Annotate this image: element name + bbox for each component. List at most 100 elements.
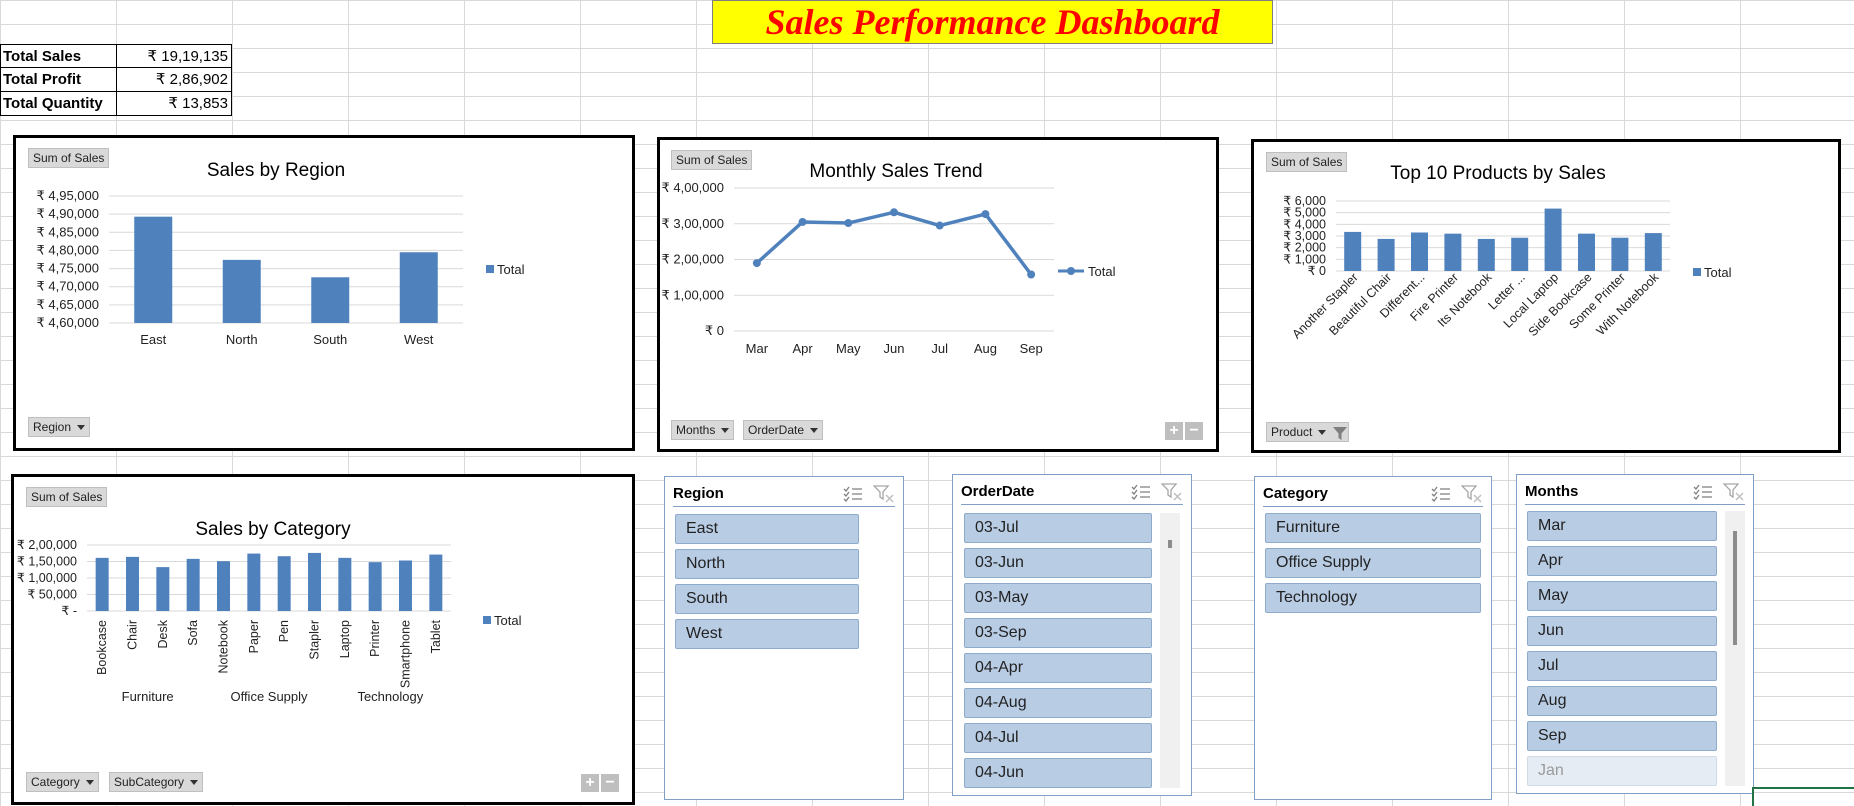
slicer-item[interactable]: Office Supply — [1265, 548, 1481, 578]
y-tick-label: ₹ 50,000 — [27, 588, 77, 602]
bar — [1578, 233, 1595, 271]
slicer-header: OrderDate — [961, 479, 1183, 505]
scrollbar[interactable] — [1725, 511, 1745, 786]
slicer-item[interactable]: 04-Jun — [964, 758, 1152, 788]
dropdown-caret-icon — [721, 428, 730, 434]
x-tick-label: East — [140, 332, 166, 347]
slicer-item[interactable]: 03-Sep — [964, 618, 1152, 648]
slicer-item[interactable]: 04-Aug — [964, 688, 1152, 718]
kpi-value[interactable]: ₹ 13,853 — [116, 92, 232, 116]
orderdate-filter-button[interactable]: OrderDate — [743, 420, 824, 440]
data-point — [798, 217, 807, 226]
slicer-item[interactable]: 03-Jun — [964, 548, 1152, 578]
y-tick-label: ₹ 4,75,000 — [37, 261, 100, 276]
region-filter-button[interactable]: Region — [28, 417, 91, 437]
scroll-thumb[interactable] — [1168, 540, 1172, 548]
kpi-label[interactable]: Total Quantity — [0, 92, 116, 116]
x-tick-label: Jun — [884, 341, 905, 356]
x-tick-label: West — [404, 332, 434, 347]
slicer-item[interactable]: 04-Apr — [964, 653, 1152, 683]
months-filter-button[interactable]: Months — [671, 420, 735, 440]
slicer-orderdate[interactable]: OrderDate 03-Jul 03-Jun 03-May 03-Sep 04… — [952, 474, 1192, 796]
product-filter-button[interactable]: Product — [1266, 422, 1349, 442]
expand-icon[interactable]: + — [581, 774, 599, 792]
y-tick-label: ₹ 1,50,000 — [17, 555, 77, 569]
slicer-item[interactable]: East — [675, 514, 859, 544]
bar — [1544, 208, 1562, 271]
slicer-item[interactable]: Furniture — [1265, 513, 1481, 543]
slicer-item[interactable]: 03-Jul — [964, 513, 1152, 543]
slicer-header: Category — [1263, 481, 1483, 507]
multi-select-icon[interactable] — [1693, 484, 1713, 500]
chart-monthly-sales-trend[interactable]: Sum of Sales Monthly Sales Trend ₹ 0 ₹ 1,0… — [657, 137, 1219, 452]
chart-title: Sales by Region — [207, 160, 345, 181]
chart-svg: Top 10 Products by Sales₹ 0₹ 1,000₹ 2,00… — [1283, 163, 1731, 342]
slicer-item[interactable]: South — [675, 584, 859, 614]
clear-filter-icon[interactable] — [1461, 484, 1483, 503]
bar — [222, 259, 261, 323]
expand-icon[interactable]: + — [1165, 422, 1183, 440]
clear-filter-icon[interactable] — [1161, 482, 1183, 501]
scrollbar[interactable] — [1160, 513, 1180, 788]
slicer-item-disabled[interactable]: Jan — [1527, 756, 1717, 786]
multi-select-icon[interactable] — [1431, 486, 1451, 502]
x-tick-label: Laptop — [338, 620, 352, 658]
slicer-icons — [1131, 482, 1183, 501]
slicer-item[interactable]: Apr — [1527, 546, 1717, 576]
data-point — [1027, 270, 1036, 279]
kpi-value[interactable]: ₹ 2,86,902 — [116, 68, 232, 92]
slicer-item[interactable]: Mar — [1527, 511, 1717, 541]
chart-top-products[interactable]: Sum of Sales Top 10 Products by Sales ₹ 0… — [1251, 139, 1841, 453]
category-filter-button[interactable]: Category — [26, 772, 99, 792]
group-label: Furniture — [122, 689, 174, 704]
slicer-region[interactable]: Region East North South West — [664, 476, 904, 800]
clear-filter-icon[interactable] — [1723, 482, 1745, 501]
filter-label: Months — [676, 423, 716, 437]
legend: Total — [1058, 264, 1116, 279]
clear-filter-icon[interactable] — [873, 484, 895, 503]
y-tick-label: ₹ 1,00,000 — [662, 287, 725, 302]
multi-select-icon[interactable] — [1131, 484, 1151, 500]
slicer-months[interactable]: Months Mar Apr May Jun Jul Aug Sep Jan — [1516, 474, 1754, 794]
kpi-value[interactable]: ₹ 19,19,135 — [116, 44, 232, 68]
slicer-item[interactable]: Aug — [1527, 686, 1717, 716]
chart-sales-by-region[interactable]: Sum of Sales Sales by Region ₹ 4,60,000 ₹ … — [13, 135, 635, 451]
legend-label: Total — [494, 613, 522, 628]
slicer-item[interactable]: North — [675, 549, 859, 579]
slicer-icons — [1693, 482, 1745, 501]
x-tick-label: North — [226, 332, 258, 347]
bar — [308, 552, 321, 611]
bar — [95, 557, 109, 611]
bar — [399, 560, 412, 611]
selected-cell[interactable] — [1752, 787, 1854, 806]
dropdown-caret-icon — [1318, 430, 1327, 436]
data-point — [844, 219, 853, 228]
subcategory-filter-button[interactable]: SubCategory — [109, 772, 204, 792]
dashboard-title: Sales Performance Dashboard — [712, 0, 1273, 44]
x-tick-label: Desk — [156, 619, 170, 648]
slicer-item[interactable]: 04-Jul — [964, 723, 1152, 753]
x-tick-label: Tablet — [429, 619, 443, 653]
kpi-label[interactable]: Total Sales — [0, 44, 116, 68]
slicer-item[interactable]: West — [675, 619, 859, 649]
collapse-icon[interactable]: − — [601, 774, 619, 792]
x-tick-label: May — [836, 341, 861, 356]
multi-select-icon[interactable] — [843, 486, 863, 502]
slicer-item[interactable]: Jun — [1527, 616, 1717, 646]
kpi-label[interactable]: Total Profit — [0, 68, 116, 92]
bar — [134, 216, 173, 323]
chart-sales-by-category[interactable]: Sum of Sales Sales by Category ₹ - ₹ 50,00… — [11, 474, 635, 805]
slicer-item[interactable]: Jul — [1527, 651, 1717, 681]
scroll-thumb[interactable] — [1733, 531, 1737, 645]
slicer-category[interactable]: Category Furniture Office Supply Technol… — [1254, 476, 1492, 800]
chart-plot-group: Top 10 Products by Sales₹ 0₹ 1,000₹ 2,00… — [1283, 163, 1731, 342]
slicer-title: OrderDate — [961, 483, 1035, 500]
slicer-item[interactable]: May — [1527, 581, 1717, 611]
collapse-icon[interactable]: − — [1185, 422, 1203, 440]
bar — [247, 553, 261, 611]
slicer-item[interactable]: Technology — [1265, 583, 1481, 613]
slicer-item[interactable]: 03-May — [964, 583, 1152, 613]
filter-label: OrderDate — [748, 423, 805, 437]
kpi-row: Total Profit ₹ 2,86,902 — [0, 68, 232, 92]
slicer-item[interactable]: Sep — [1527, 721, 1717, 751]
